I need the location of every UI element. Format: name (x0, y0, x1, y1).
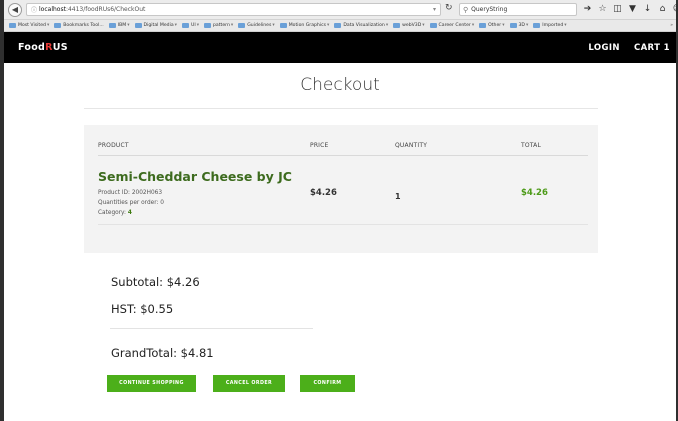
search-value: QueryString (471, 6, 508, 13)
folder-icon (279, 23, 287, 28)
url-dropdown-icon[interactable]: ▾ (433, 6, 436, 13)
folder-icon (181, 23, 189, 28)
login-link[interactable]: LOGIN (588, 43, 620, 53)
bookmark-webv3d[interactable]: webV3D ▾ (393, 23, 425, 28)
bookmark-data-visualization[interactable]: Data Visualization ▾ (334, 23, 388, 28)
product-name-link[interactable]: Semi-Cheddar Cheese by JC (98, 169, 292, 184)
bookmark-ibm[interactable]: IBM ▾ (108, 23, 130, 28)
bookmark-digital-media[interactable]: Digital Media ▾ (134, 23, 177, 28)
chevron-down-icon: ▾ (471, 23, 475, 28)
folder-icon (238, 23, 246, 28)
url-host: localhost (39, 6, 66, 13)
folder-icon (134, 23, 142, 28)
chevron-down-icon: ▾ (422, 23, 425, 28)
header-nav: LOGIN CART 1 (588, 43, 670, 53)
bookmark-other[interactable]: Other ▾ (479, 23, 505, 28)
pocket-icon[interactable]: ▼ (627, 3, 638, 15)
hst: HST: $0.55 (111, 302, 174, 316)
search-icon: ⚲ (463, 5, 469, 14)
back-button[interactable]: ◀ (8, 2, 22, 17)
column-header-product: PRODUCT (98, 142, 129, 149)
forward-arrow-icon[interactable]: ➔ (582, 3, 593, 15)
folder-icon (533, 23, 541, 28)
title-divider (84, 108, 598, 109)
chevron-down-icon: ▾ (525, 23, 529, 28)
cancel-order-button[interactable]: CANCEL ORDER (213, 375, 285, 392)
totals-divider (110, 328, 313, 329)
continue-shopping-button[interactable]: CONTINUE SHOPPING (107, 375, 196, 392)
toolbar-icons: ➔ ☆ ◫ ▼ ↓ ⌂ ☺ ☰ (582, 3, 676, 15)
folder-icon (204, 23, 212, 28)
bookmark-pattern[interactable]: pattern ▾ (204, 23, 233, 28)
chevron-down-icon: ▾ (385, 23, 389, 28)
browser-toolbar: ◀ ⓘ localhost:4413/foodRUs6/CheckOut ▾ ↻… (4, 0, 676, 20)
column-header-quantity: QUANTITY (395, 142, 428, 149)
cart-link[interactable]: CART 1 (634, 43, 670, 53)
chevron-down-icon: ▾ (174, 23, 177, 28)
bookmark-motion-graphics[interactable]: Motion Graphics ▾ (279, 23, 330, 28)
price-cell: $4.26 (310, 188, 337, 198)
row-divider (98, 224, 588, 225)
chevron-down-icon: ▾ (46, 23, 50, 28)
browser-window: ◀ ⓘ localhost:4413/foodRUs6/CheckOut ▾ ↻… (4, 0, 676, 421)
folder-icon (334, 23, 342, 28)
chevron-down-icon: ▾ (502, 23, 505, 28)
chevron-down-icon: ▾ (196, 23, 200, 28)
bookmark-imported[interactable]: Imported ▾ (533, 23, 567, 28)
folder-icon (9, 23, 16, 28)
chevron-down-icon: ▾ (327, 23, 330, 28)
bookmark-guidelines[interactable]: Guidelines ▾ (238, 23, 275, 28)
folder-icon (509, 23, 517, 28)
header-divider (98, 155, 588, 156)
site-logo[interactable]: FoodRUS (18, 42, 68, 53)
folder-icon (393, 23, 401, 28)
bookmark-ui[interactable]: UI ▾ (181, 23, 200, 28)
bookmarks-bar: Most Visited ▾ Bookmarks Tool... IBM ▾ Dig… (4, 20, 676, 32)
quantities-per-order: Quantities per order: 0 (98, 200, 164, 206)
chevron-down-icon: ▾ (127, 23, 130, 28)
folder-icon (479, 23, 487, 28)
chevron-down-icon: ▾ (272, 23, 275, 28)
grand-total: GrandTotal: $4.81 (111, 346, 214, 360)
bookmark-star-icon[interactable]: ☆ (597, 3, 608, 15)
site-header: FoodRUS LOGIN CART 1 (4, 32, 676, 63)
column-header-total: TOTAL (521, 142, 542, 149)
download-icon[interactable]: ↓ (642, 3, 653, 15)
product-id: Product ID: 2002H063 (98, 190, 163, 196)
home-icon[interactable]: ⌂ (657, 3, 668, 15)
chevron-down-icon: ▾ (564, 23, 567, 28)
address-bar[interactable]: ⓘ localhost:4413/foodRUs6/CheckOut ▾ (26, 3, 441, 16)
bookmarks-overflow-button[interactable]: » (670, 23, 673, 28)
chat-icon[interactable]: ☺ (672, 3, 676, 15)
folder-icon (54, 23, 62, 28)
product-category: Category: 4 (98, 210, 132, 216)
column-header-price: PRICE (310, 142, 329, 149)
bookmark-most-visited[interactable]: Most Visited ▾ (9, 23, 49, 28)
page-title: Checkout (300, 75, 380, 95)
total-cell: $4.26 (521, 188, 548, 198)
chevron-down-icon: ▾ (230, 23, 234, 28)
cart-table: PRODUCT PRICE QUANTITY TOTAL Semi-Chedda… (84, 125, 598, 253)
bookmark-3d[interactable]: 3D ▾ (509, 23, 529, 28)
search-bar[interactable]: ⚲ QueryString (459, 3, 577, 16)
confirm-button[interactable]: CONFIRM (300, 375, 355, 392)
reload-icon[interactable]: ↻ (445, 3, 453, 13)
bookmark-bookmarks-tool[interactable]: Bookmarks Tool... (54, 23, 104, 28)
clipboard-icon[interactable]: ◫ (612, 3, 623, 15)
url-path: :4413/foodRUs6/CheckOut (65, 6, 146, 13)
folder-icon (429, 23, 437, 28)
folder-icon (108, 23, 116, 28)
back-arrow-icon: ◀ (11, 5, 19, 14)
quantity-cell: 1 (395, 192, 401, 201)
subtotal: Subtotal: $4.26 (111, 275, 200, 289)
info-icon: ⓘ (31, 7, 38, 14)
bookmark-career-center[interactable]: Career Center ▾ (429, 23, 475, 28)
